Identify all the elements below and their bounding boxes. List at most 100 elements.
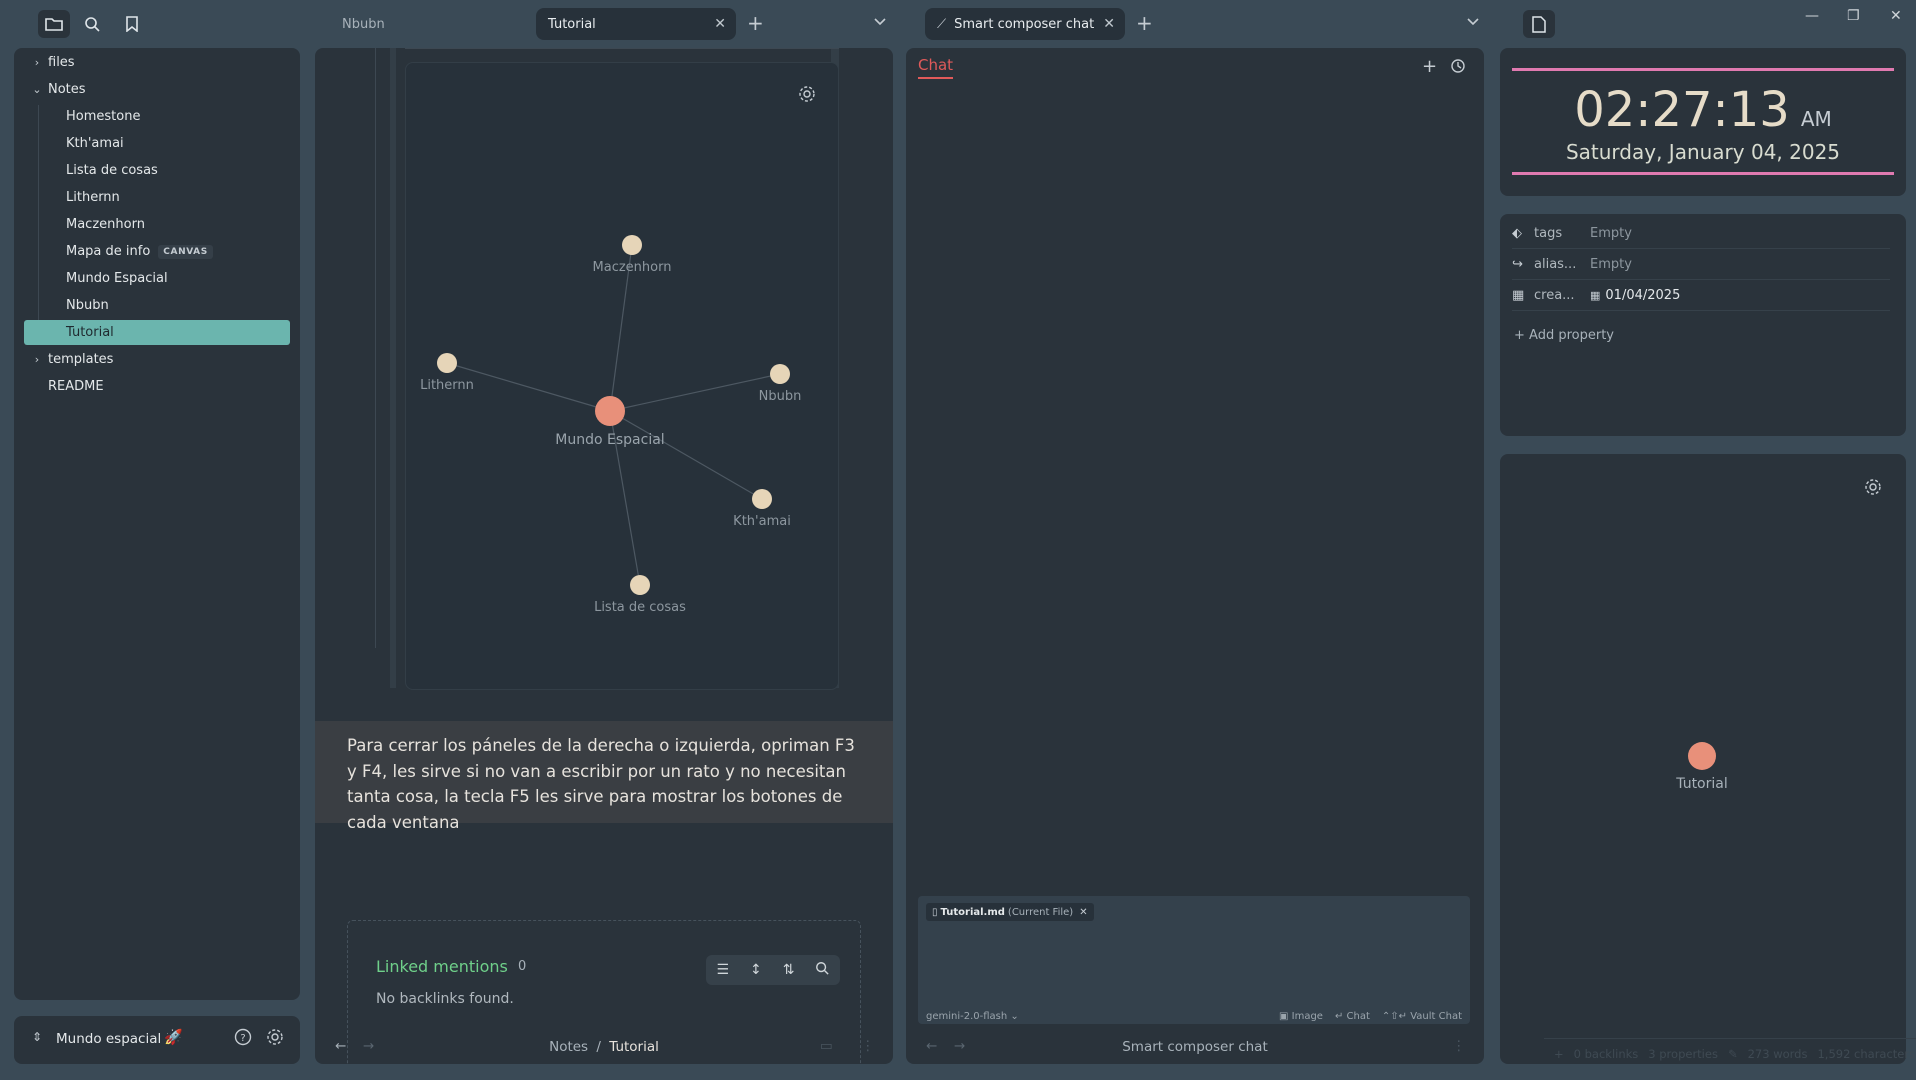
vault-switcher[interactable]: ⇕ Mundo espacial 🚀 ? (14, 1016, 300, 1064)
tree-item-files[interactable]: › files (24, 50, 290, 75)
remove-chip-icon[interactable]: ✕ (1079, 907, 1087, 918)
breadcrumb-current[interactable]: Tutorial (609, 1039, 659, 1055)
graph-node-label: Mundo Espacial (555, 432, 664, 448)
sort-icon[interactable]: ⇅ (783, 962, 795, 978)
close-icon[interactable]: ✕ (1103, 16, 1115, 32)
list-icon[interactable]: ☰ (716, 962, 729, 978)
tree-item-mapa-de-info[interactable]: Mapa de info CANVAS (24, 239, 290, 264)
tab-chat[interactable]: Chat (918, 56, 954, 79)
tree-item-label: Nbubn (66, 298, 109, 313)
graph-node-center[interactable] (1688, 742, 1716, 770)
clock-top-rule (1512, 68, 1894, 71)
tree-item-kthamai[interactable]: Kth'amai (24, 131, 290, 156)
graph-node[interactable] (622, 235, 642, 255)
graph-node[interactable] (752, 489, 772, 509)
tree-item-label: Homestone (66, 109, 141, 124)
image-button[interactable]: ▣ Image (1279, 1011, 1323, 1022)
tab-label: Nbubn (342, 16, 385, 32)
expand-icon[interactable]: ↕ (750, 962, 762, 978)
chevron-down-icon[interactable] (1466, 12, 1480, 31)
linked-mentions-count: 0 (518, 959, 527, 974)
restore-icon[interactable]: ❐ (1847, 8, 1860, 24)
search-icon[interactable] (815, 961, 830, 979)
linked-mentions-title[interactable]: Linked mentions (376, 957, 508, 976)
file-icon: ▯ (932, 906, 938, 918)
close-icon[interactable]: ✕ (714, 16, 726, 32)
tree-item-label: Kth'amai (66, 136, 124, 151)
property-value[interactable]: Empty (1590, 226, 1632, 241)
editor-pane: Maczenhorn Lithernn Mundo Espacial Nbubn… (315, 48, 893, 1064)
tree-item-lista-de-cosas[interactable]: Lista de cosas (24, 158, 290, 183)
chat-actions: ▣ Image ↵ Chat ⌃⇧↵ Vault Chat (1279, 1011, 1462, 1022)
tab-smart-composer[interactable]: ⟋ Smart composer chat ✕ (925, 8, 1125, 40)
more-options-icon[interactable]: ⋮ (1452, 1038, 1466, 1054)
breadcrumb-parent[interactable]: Notes (549, 1039, 588, 1055)
smart-composer-chat: Chat + ▯ Tutorial.md (Current File) ✕ ge… (906, 48, 1484, 1064)
search-icon[interactable] (76, 10, 108, 38)
tree-item-maczenhorn[interactable]: Maczenhorn (24, 212, 290, 237)
tree-item-label: Maczenhorn (66, 217, 145, 232)
property-value[interactable]: 01/04/2025 (1605, 288, 1680, 303)
tree-item-nbubn[interactable]: Nbubn (24, 293, 290, 318)
graph-node-center[interactable] (595, 396, 625, 426)
add-property-button[interactable]: + Add property (1514, 328, 1614, 343)
properties-count: 3 properties (1648, 1046, 1718, 1061)
embedded-graph-view[interactable]: Maczenhorn Lithernn Mundo Espacial Nbubn… (405, 62, 839, 690)
model-selector[interactable]: gemini-2.0-flash ⌄ (926, 1011, 1019, 1022)
plus-icon[interactable]: + (1554, 1047, 1564, 1061)
tab-tutorial[interactable]: Tutorial ✕ (536, 8, 736, 40)
chevron-down-icon: ⌄ (1007, 1011, 1019, 1022)
callout-block[interactable]: Para cerrar los páneles de la derecha o … (315, 721, 893, 832)
files-icon[interactable] (38, 10, 70, 38)
local-graph-canvas[interactable]: Tutorial (1500, 454, 1906, 1064)
chat-submit-button[interactable]: ↵ Chat (1335, 1011, 1370, 1022)
chat-input-box[interactable]: ▯ Tutorial.md (Current File) ✕ gemini-2.… (918, 896, 1470, 1024)
backlinks-count[interactable]: 0 backlinks (1574, 1047, 1639, 1061)
window-close-icon[interactable]: ✕ (1890, 8, 1902, 24)
new-chat-button[interactable]: + (1422, 56, 1437, 77)
graph-node-label: Tutorial (1675, 776, 1727, 792)
more-options-icon[interactable]: ⋮ (861, 1038, 875, 1054)
minimize-icon[interactable]: — (1805, 8, 1819, 24)
bookmark-icon[interactable] (116, 10, 148, 38)
tree-item-tutorial[interactable]: Tutorial (24, 320, 290, 345)
character-count: 1,592 characters (1817, 1046, 1916, 1061)
clock-time: 02:27:13 (1574, 82, 1790, 138)
tree-item-readme[interactable]: README (24, 374, 290, 399)
graph-canvas[interactable]: Maczenhorn Lithernn Mundo Espacial Nbubn… (406, 63, 840, 691)
tree-item-mundo-espacial[interactable]: Mundo Espacial (24, 266, 290, 291)
tree-item-label: Mapa de info (66, 244, 151, 259)
property-row-tags[interactable]: ⬖ tags Empty (1512, 218, 1890, 249)
graph-node-label: Kth'amai (733, 514, 791, 529)
local-graph-panel[interactable]: Tutorial (1500, 454, 1906, 1064)
property-row-created[interactable]: ▦ crea... ▦ 01/04/2025 (1512, 280, 1890, 311)
new-tab-button[interactable]: + (747, 11, 764, 35)
pencil-icon[interactable]: ✎ (1728, 1047, 1738, 1061)
graph-node-label: Maczenhorn (593, 260, 672, 275)
wand-icon: ⟋ (937, 16, 947, 32)
context-file-chip[interactable]: ▯ Tutorial.md (Current File) ✕ (926, 903, 1094, 921)
embed-top-rule (405, 48, 839, 49)
graph-node-label: Lista de cosas (594, 600, 686, 615)
history-icon[interactable] (1450, 58, 1466, 78)
property-row-aliases[interactable]: ↪ alias... Empty (1512, 249, 1890, 280)
new-tab-button[interactable]: + (1136, 11, 1153, 35)
date-picker-icon[interactable]: ▦ (1590, 289, 1600, 302)
tree-item-templates[interactable]: › templates (24, 347, 290, 372)
tree-item-lithernn[interactable]: Lithernn (24, 185, 290, 210)
graph-edge (609, 410, 763, 500)
graph-node[interactable] (437, 353, 457, 373)
tab-nbubn[interactable]: Nbubn (330, 8, 530, 40)
vault-chat-button[interactable]: ⌃⇧↵ Vault Chat (1382, 1011, 1462, 1022)
graph-node[interactable] (770, 364, 790, 384)
file-icon[interactable] (1523, 10, 1555, 38)
help-icon[interactable]: ? (234, 1028, 252, 1050)
context-file-note: (Current File) (1007, 906, 1074, 918)
tree-item-notes[interactable]: ⌄ Notes (24, 77, 290, 102)
chevron-down-icon[interactable] (873, 12, 887, 31)
reading-view-icon[interactable]: ▭ (820, 1038, 833, 1054)
property-value[interactable]: Empty (1590, 257, 1632, 272)
settings-gear-icon[interactable] (266, 1028, 284, 1050)
tree-item-homestone[interactable]: Homestone (24, 104, 290, 129)
graph-node[interactable] (630, 575, 650, 595)
